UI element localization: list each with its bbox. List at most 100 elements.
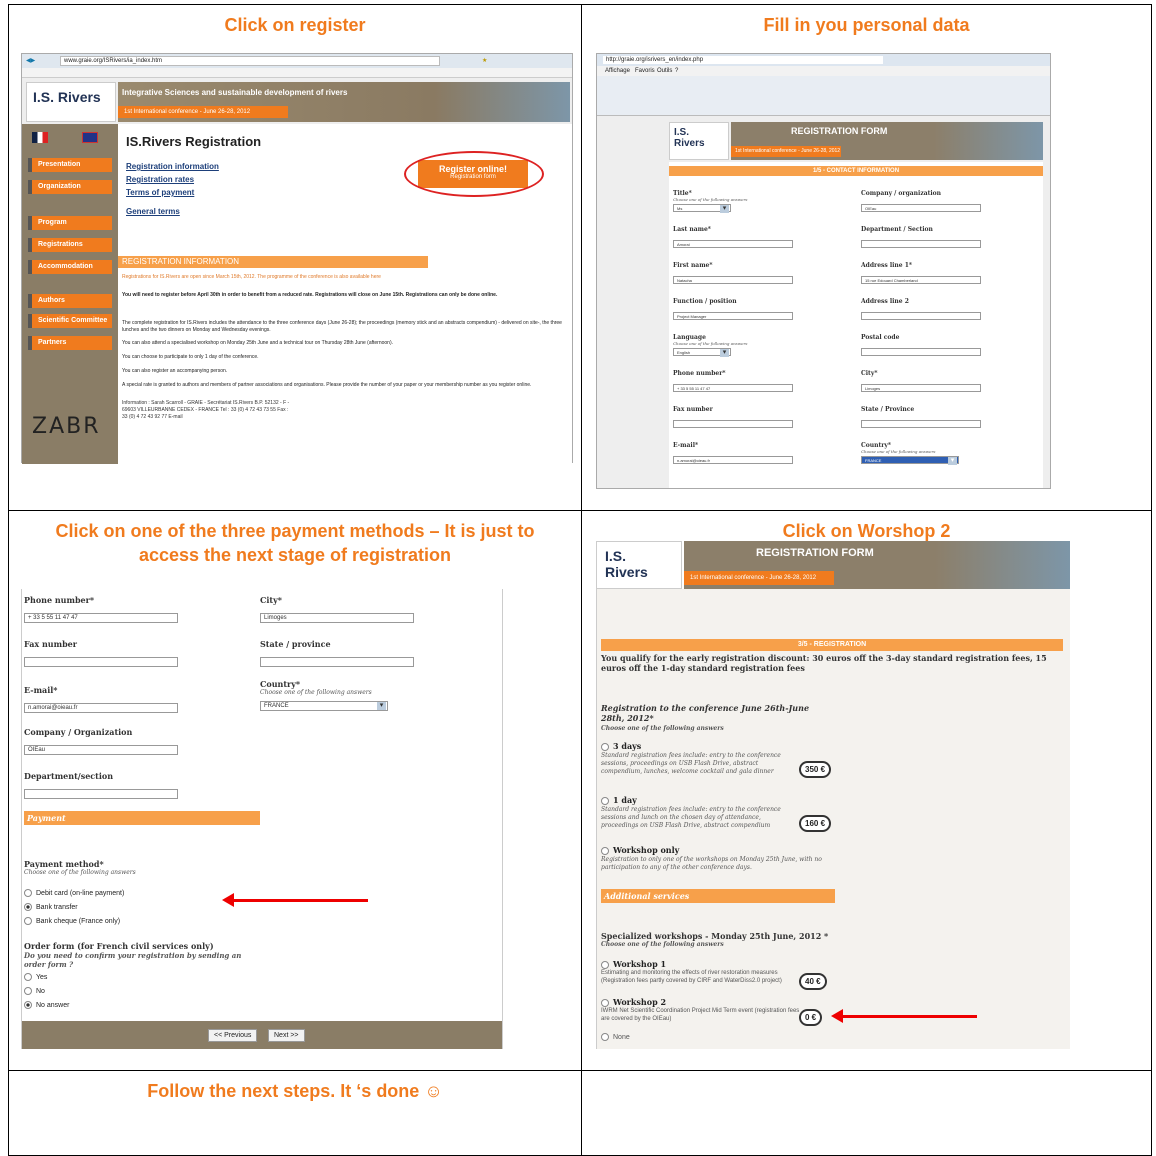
nav-item-program[interactable]: Program xyxy=(28,216,112,230)
menu-outils[interactable]: Outils xyxy=(657,67,672,75)
left-label-2: First name* xyxy=(673,262,713,269)
star-icon[interactable]: ★ xyxy=(482,57,487,65)
link-general-terms[interactable]: General terms xyxy=(126,205,219,218)
right-field-3[interactable] xyxy=(861,312,981,320)
info-deadlines: You will need to register before April 3… xyxy=(122,292,498,298)
link-terms-payment[interactable]: Terms of payment xyxy=(126,186,219,199)
p3-country-select[interactable]: FRANCE xyxy=(260,701,388,711)
radio-cheque[interactable] xyxy=(24,917,32,926)
left-field-4[interactable]: English xyxy=(673,348,731,357)
payment-option-cheque[interactable]: Bank cheque (France only) xyxy=(24,917,120,926)
right-field-6[interactable] xyxy=(861,420,981,428)
step2-caption: Fill in you personal data xyxy=(763,15,970,35)
radio-workshop-1[interactable] xyxy=(601,961,609,969)
p3-state-input[interactable] xyxy=(260,657,414,667)
step4-cell: Click on Worshop 2 I.S. Rivers REGISTRATI… xyxy=(581,510,1152,1071)
link-registration-info[interactable]: Registration information xyxy=(126,160,219,173)
nav-item-accommodation[interactable]: Accommodation xyxy=(28,260,112,274)
radio-workshop-only[interactable] xyxy=(601,847,609,855)
right-label-0: Company / organization xyxy=(861,190,942,197)
ie-address-row: http://graie.org/isrivers_en/index.php xyxy=(597,54,1050,66)
right-field-1[interactable] xyxy=(861,240,981,248)
back-icon[interactable]: ◀▶ xyxy=(26,57,35,65)
address-bar[interactable]: www.graie.org/ISRivers/ia_index.htm xyxy=(60,56,440,66)
next-button[interactable]: Next >> xyxy=(268,1029,305,1042)
reg-sub: Choose one of the following answers xyxy=(601,725,724,732)
info-links: Registration information Registration ra… xyxy=(126,160,219,218)
left-field-6[interactable] xyxy=(673,420,793,428)
radio-no-answer[interactable] xyxy=(24,1001,32,1010)
flag-uk-icon[interactable] xyxy=(82,132,98,143)
flag-fr-icon[interactable] xyxy=(32,132,48,143)
order-yes[interactable]: Yes xyxy=(24,973,47,982)
right-field-7[interactable]: FRANCE xyxy=(861,456,959,465)
opt-workshop-1[interactable]: Workshop 1 xyxy=(601,959,666,969)
section-registration: 3/5 - REGISTRATION xyxy=(601,639,1063,651)
nav-item-scientific-committee[interactable]: Scientific Committee xyxy=(28,314,112,328)
payment-method-sub: Choose one of the following answers xyxy=(24,869,136,876)
radio-none[interactable] xyxy=(601,1033,609,1042)
left-field-5[interactable]: + 33 5 55 11 47 47 xyxy=(673,384,793,392)
left-field-0[interactable]: Ms xyxy=(673,204,731,213)
banner-title: Integrative Sciences and sustainable dev… xyxy=(122,88,348,97)
right-label-2: Address line 1* xyxy=(861,262,913,269)
radio-transfer[interactable] xyxy=(24,903,32,912)
order-no-answer[interactable]: No answer xyxy=(24,1001,69,1010)
left-field-1[interactable]: Amorai xyxy=(673,240,793,248)
form-banner-sub: 1st International conference - June 26-2… xyxy=(731,146,841,157)
radio-yes[interactable] xyxy=(24,973,32,982)
payment-option-debit[interactable]: Debit card (on-line payment) xyxy=(24,889,124,898)
right-field-5[interactable]: Limoges xyxy=(861,384,981,392)
left-field-2[interactable]: Natacha xyxy=(673,276,793,284)
link-registration-rates[interactable]: Registration rates xyxy=(126,173,219,186)
p3-fax-input[interactable] xyxy=(24,657,178,667)
order-form-sub: Do you need to confirm your registration… xyxy=(24,951,242,969)
previous-button[interactable]: << Previous xyxy=(208,1029,258,1042)
left-field-3[interactable]: Project Manager xyxy=(673,312,793,320)
menu-affichage[interactable]: Affichage xyxy=(605,67,630,75)
screenshot-register-page: ◀▶ www.graie.org/ISRivers/ia_index.htm ★… xyxy=(21,53,573,464)
radio-no[interactable] xyxy=(24,987,32,996)
ie-address-bar[interactable]: http://graie.org/isrivers_en/index.php xyxy=(603,56,883,64)
left-field-7[interactable]: n.amorai@oieau.fr xyxy=(673,456,793,464)
p3-dept-input[interactable] xyxy=(24,789,178,799)
nav-item-organization[interactable]: Organization xyxy=(28,180,112,194)
nav-item-partners[interactable]: Partners xyxy=(28,336,112,350)
opt-workshop-only[interactable]: Workshop only xyxy=(601,845,679,855)
nav-item-presentation[interactable]: Presentation xyxy=(28,158,112,172)
nav-item-registrations[interactable]: Registrations xyxy=(28,238,112,252)
right-field-2[interactable]: 15 rue Edouard Chamberland xyxy=(861,276,981,284)
right-label-1: Department / Section xyxy=(861,226,933,233)
pager-bar: << Previous Next >> xyxy=(22,1021,502,1049)
p3-company-input[interactable]: OIEau xyxy=(24,745,178,755)
right-field-4[interactable] xyxy=(861,348,981,356)
form-title-4: REGISTRATION FORM xyxy=(756,547,874,559)
form-title: REGISTRATION FORM xyxy=(791,126,888,136)
opt-workshop-2[interactable]: Workshop 2 xyxy=(601,997,666,1007)
right-label-5: City* xyxy=(861,370,878,377)
p3-phone-input[interactable]: + 33 5 55 11 47 47 xyxy=(24,613,178,623)
radio-1day[interactable] xyxy=(601,797,609,805)
left-label-0: Title* xyxy=(673,190,692,197)
menu-favoris[interactable]: Favoris xyxy=(635,67,655,75)
opt-none[interactable]: None xyxy=(601,1033,630,1042)
price-3days: 350 € xyxy=(799,761,832,778)
menu-help[interactable]: ? xyxy=(675,67,678,75)
radio-debit[interactable] xyxy=(24,889,32,898)
p3-email-label: E-mail* xyxy=(24,685,58,695)
radio-3days[interactable] xyxy=(601,743,609,751)
opt-1day[interactable]: 1 day xyxy=(601,795,637,805)
radio-workshop-2[interactable] xyxy=(601,999,609,1007)
p3-state-label: State / province xyxy=(260,639,331,649)
right-label-3: Address line 2 xyxy=(861,298,909,305)
payment-option-transfer[interactable]: Bank transfer xyxy=(24,903,78,912)
order-no[interactable]: No xyxy=(24,987,45,996)
p3-city-input[interactable]: Limoges xyxy=(260,613,414,623)
nav-item-authors[interactable]: Authors xyxy=(28,294,112,308)
p3-email-input[interactable]: n.amorai@oieau.fr xyxy=(24,703,178,713)
screenshot-contact-form: http://graie.org/isrivers_en/index.php A… xyxy=(596,53,1051,489)
opt-3days[interactable]: 3 days xyxy=(601,741,641,751)
workshop-1-desc: Estimating and monitoring the effects of… xyxy=(601,970,782,984)
step1-caption: Click on register xyxy=(224,15,366,35)
right-field-0[interactable]: OIEau xyxy=(861,204,981,212)
